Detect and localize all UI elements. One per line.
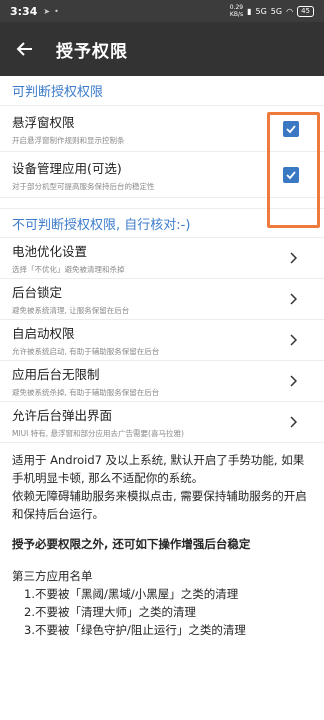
info-paragraph-1: 适用于 Android7 及以上系统, 默认开启了手势功能, 如果手机明显卡顿,… — [12, 453, 305, 485]
signal-5g-2: 5G — [270, 6, 283, 16]
device-admin-row[interactable]: 设备管理应用(可选) 对于部分机型可提高服务保持后台的稳定性 — [0, 152, 324, 198]
section-manual-header: 不可判断授权权限, 自行核对:-) — [0, 208, 324, 238]
dot-icon: • — [54, 6, 59, 16]
status-bar: 3:34 ➤ • 0.29 KB/s ▮ 5G 5G ◠ 45 — [0, 0, 324, 22]
device-admin-checkbox[interactable] — [283, 166, 299, 183]
chevron-right-icon — [286, 251, 300, 265]
info-list-item: 1.不要被「黑阈/黑域/小黑屋」之类的清理 — [24, 587, 239, 601]
info-paragraph-2: 依赖无障碍辅助服务来模拟点击, 需要保持辅助服务的开启和保持后台运行。 — [12, 489, 307, 521]
row-subtitle: 对于部分机型可提高服务保持后台的稳定性 — [12, 181, 155, 191]
row-subtitle: MIUI 特有, 悬浮窗和部分应用去广告需要(喜马拉雅) — [12, 429, 184, 438]
row-subtitle: 允许被系统启动, 有助于辅助服务保留在后台 — [12, 347, 160, 356]
row-title: 后台锁定 — [12, 285, 63, 300]
check-icon — [286, 124, 296, 133]
page-title: 授予权限 — [56, 41, 128, 62]
info-subhead: 第三方应用名单 — [12, 569, 93, 583]
signal-icon: ▮ — [247, 6, 252, 16]
chevron-right-icon — [286, 292, 300, 306]
unrestricted-background-row[interactable]: 应用后台无限制 避免被系统杀掉, 有助于辅助服务保留在后台 — [0, 361, 324, 402]
net-speed-unit: KB/s — [229, 11, 244, 18]
row-subtitle: 避免被系统杀掉, 有助于辅助服务保留在后台 — [12, 388, 160, 397]
battery-optimization-row[interactable]: 电池优化设置 选择「不优化」避免被清理和杀掉 — [0, 238, 324, 279]
wifi-icon: ◠ — [286, 6, 294, 16]
app-bar: 授予权限 — [0, 22, 324, 76]
row-title: 应用后台无限制 — [12, 367, 100, 382]
back-arrow-icon[interactable] — [14, 38, 36, 60]
net-speed-value: 0.29 — [229, 4, 244, 11]
chevron-right-icon — [286, 333, 300, 347]
row-title: 允许后台弹出界面 — [12, 408, 113, 423]
notification-icons: ➤ • — [43, 7, 58, 16]
row-title: 悬浮窗权限 — [12, 114, 75, 130]
info-bold-line: 授予必要权限之外, 还可如下操作增强后台稳定 — [12, 537, 251, 551]
row-subtitle: 避免被系统清理, 让服务保留在后台 — [12, 306, 130, 315]
background-lock-row[interactable]: 后台锁定 避免被系统清理, 让服务保留在后台 — [0, 279, 324, 320]
battery-icon: 45 — [297, 5, 314, 17]
row-subtitle: 选择「不优化」避免被清理和杀掉 — [12, 265, 125, 274]
status-time: 3:34 — [10, 4, 38, 18]
signal-5g-1: 5G — [255, 6, 267, 16]
check-icon — [286, 170, 296, 179]
telegram-icon: ➤ — [43, 6, 51, 16]
autostart-row[interactable]: 自启动权限 允许被系统启动, 有助于辅助服务保留在后台 — [0, 320, 324, 361]
info-list-item: 2.不要被「清理大师」之类的清理 — [24, 605, 196, 619]
overlay-permission-row[interactable]: 悬浮窗权限 开启悬浮窗制作规则和显示控制条 — [0, 106, 324, 152]
overlay-checkbox[interactable] — [283, 120, 299, 137]
row-title: 电池优化设置 — [12, 244, 88, 259]
section-checkable-header: 可判断授权权限 — [0, 76, 324, 106]
info-list-item: 3.不要被「绿色守护/阻止运行」之类的清理 — [24, 623, 246, 637]
info-text: 适用于 Android7 及以上系统, 默认开启了手势功能, 如果手机明显卡顿,… — [0, 443, 324, 639]
row-title: 自启动权限 — [12, 326, 75, 341]
row-title: 设备管理应用(可选) — [12, 160, 122, 176]
chevron-right-icon — [286, 415, 300, 429]
background-popup-row[interactable]: 允许后台弹出界面 MIUI 特有, 悬浮窗和部分应用去广告需要(喜马拉雅) — [0, 402, 324, 443]
chevron-right-icon — [286, 374, 300, 388]
net-speed: 0.29 KB/s — [230, 4, 243, 18]
row-subtitle: 开启悬浮窗制作规则和显示控制条 — [12, 135, 125, 145]
status-right: 0.29 KB/s ▮ 5G 5G ◠ 45 — [230, 4, 314, 18]
